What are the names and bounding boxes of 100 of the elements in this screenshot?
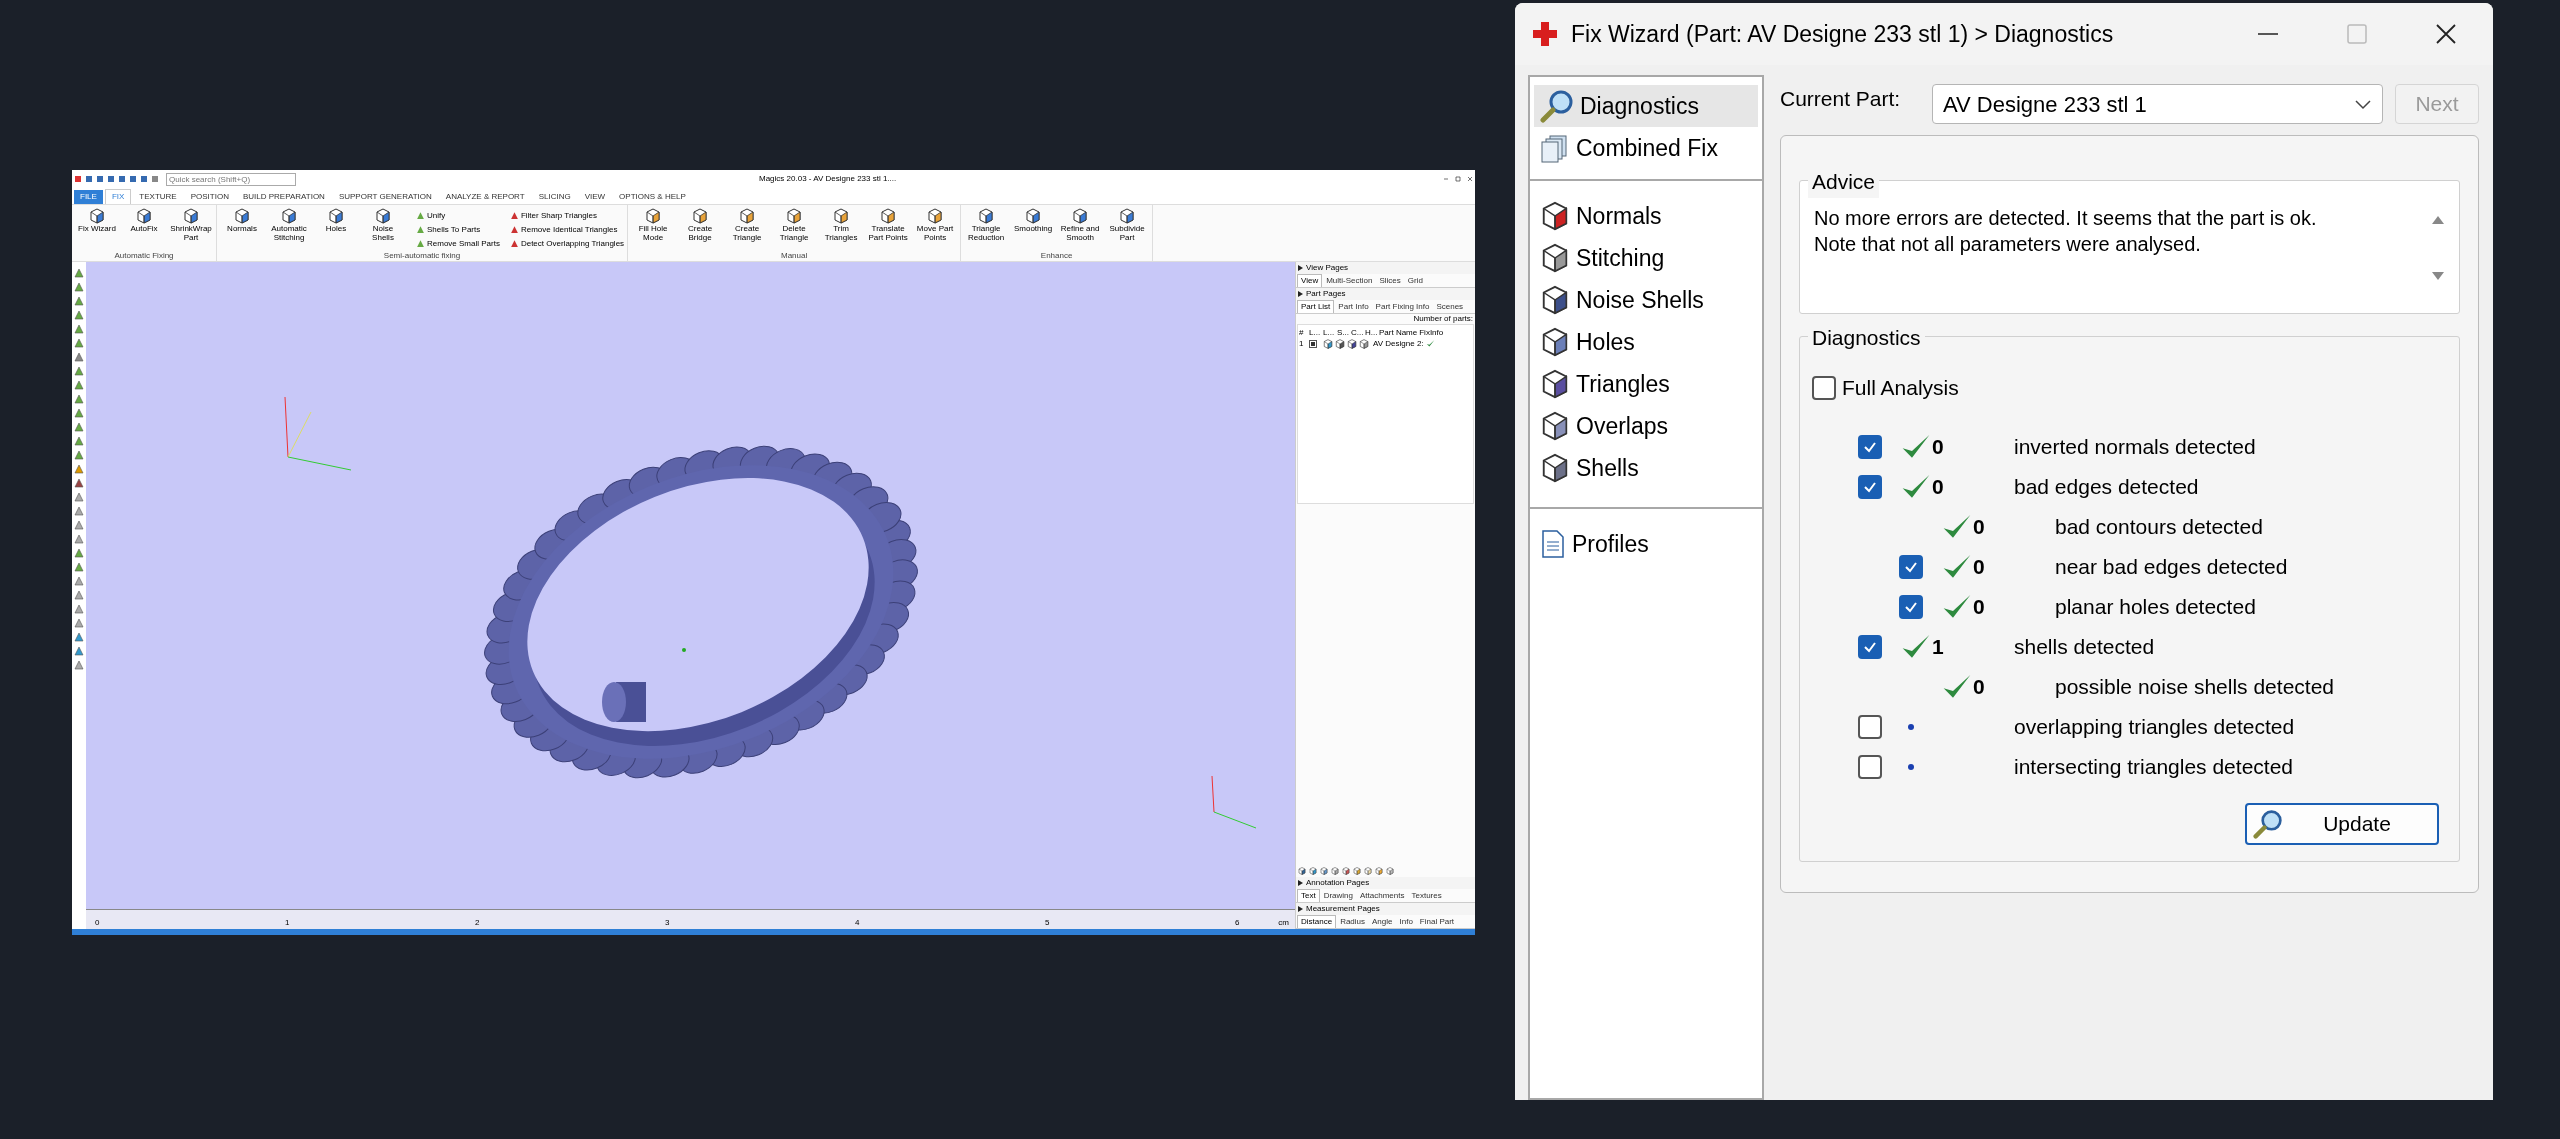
column-header[interactable]: C... <box>1351 327 1363 338</box>
ribbon-button[interactable]: Refine and Smooth <box>1058 208 1103 251</box>
ribbon-button[interactable]: Unify <box>416 208 500 223</box>
panel-tab[interactable]: Drawing <box>1320 890 1356 902</box>
panel-tab[interactable]: Slices <box>1376 275 1404 287</box>
ribbon-button[interactable]: AutoFix <box>122 208 166 251</box>
ribbon-tab[interactable]: POSITION <box>184 190 235 204</box>
ribbon-tab[interactable]: BUILD PREPARATION <box>236 190 331 204</box>
nav-item[interactable]: Triangles <box>1534 363 1758 405</box>
count-value: 0 <box>1973 674 1985 701</box>
cube-icon <box>1540 327 1570 357</box>
checkbox[interactable] <box>1858 755 1882 779</box>
checkbox[interactable] <box>1858 475 1882 499</box>
panel-tab[interactable]: Multi-Section <box>1323 275 1376 287</box>
checkbox[interactable] <box>1858 635 1882 659</box>
panel-tab[interactable]: Part Info <box>1335 301 1372 313</box>
panel-tab[interactable]: Part List <box>1297 300 1335 313</box>
panel-tab[interactable]: Distance <box>1297 915 1337 928</box>
column-header[interactable]: L... <box>1309 327 1321 338</box>
checkbox[interactable] <box>1858 435 1882 459</box>
cube-icon <box>786 208 803 224</box>
ribbon-tab[interactable]: VIEW <box>578 190 612 204</box>
cube-icon <box>1347 338 1357 349</box>
checkbox[interactable] <box>1899 555 1923 579</box>
ribbon-tab[interactable]: ANALYZE & REPORT <box>439 190 531 204</box>
toolbar-icon <box>1342 867 1350 875</box>
cube-icon <box>645 208 662 224</box>
nav-item[interactable]: Stitching <box>1534 237 1758 279</box>
nav-item[interactable]: Profiles <box>1534 523 1758 565</box>
ribbon-tab[interactable]: SLICING <box>532 190 577 204</box>
toolbar-icon <box>1364 867 1372 875</box>
ribbon-button[interactable]: Remove Small Parts <box>416 236 500 251</box>
nav-item[interactable]: Normals <box>1534 195 1758 237</box>
panel-tab[interactable]: Final Part <box>1416 916 1458 928</box>
ribbon-button[interactable]: Noise Shells <box>361 208 405 251</box>
ribbon-button[interactable]: Filter Sharp Triangles <box>509 208 625 223</box>
ribbon-button[interactable]: Fill Hole Mode <box>631 208 676 251</box>
expand-icon[interactable] <box>1298 880 1303 886</box>
expand-icon[interactable] <box>1298 291 1303 297</box>
ribbon-button[interactable]: Triangle Reduction <box>964 208 1009 251</box>
ribbon-button[interactable]: Create Triangle <box>725 208 770 251</box>
panel-tab[interactable]: Scenes <box>1433 301 1467 313</box>
checkbox[interactable] <box>1812 376 1836 400</box>
ribbon-button[interactable]: Shells To Parts <box>416 222 500 237</box>
ribbon-button[interactable]: Smoothing <box>1011 208 1056 251</box>
panel-tab[interactable]: View <box>1297 274 1323 287</box>
panel-tab[interactable]: Textures <box>1408 890 1445 902</box>
search-icon <box>1540 89 1574 123</box>
nav-item[interactable]: Overlaps <box>1534 405 1758 447</box>
window-controls-icon[interactable] <box>1443 176 1473 182</box>
column-header[interactable]: # <box>1299 327 1307 338</box>
nav-item[interactable]: Shells <box>1534 447 1758 489</box>
ribbon-button[interactable]: Move Part Points <box>913 208 958 251</box>
panel-tab[interactable]: Grid <box>1404 275 1426 287</box>
ribbon-button[interactable]: Normals <box>220 208 264 251</box>
ribbon-button[interactable]: Fix Wizard <box>75 208 119 251</box>
ribbon-button[interactable]: Trim Triangles <box>819 208 864 251</box>
cube-icon <box>978 208 995 224</box>
ribbon-tab[interactable]: FILE <box>74 190 103 204</box>
nav-item[interactable]: Diagnostics <box>1534 85 1758 127</box>
panel-tab[interactable]: Text <box>1297 889 1320 902</box>
search-icon <box>2253 809 2283 839</box>
nav-item[interactable]: Noise Shells <box>1534 279 1758 321</box>
column-header[interactable]: H... <box>1365 327 1377 338</box>
column-header[interactable]: S... <box>1337 327 1349 338</box>
nav-item[interactable]: Combined Fix <box>1534 127 1758 169</box>
ribbon-button[interactable]: Create Bridge <box>678 208 723 251</box>
update-button[interactable]: Update <box>2245 803 2439 845</box>
close-icon[interactable] <box>2435 23 2457 45</box>
panel-tab[interactable]: Part Fixing Info <box>1372 301 1433 313</box>
expand-icon[interactable] <box>1298 906 1303 912</box>
panel-tab[interactable]: Angle <box>1369 916 1396 928</box>
checkbox[interactable] <box>1899 595 1923 619</box>
ribbon-tab[interactable]: TEXTURE <box>133 190 183 204</box>
ribbon-button[interactable]: Translate Part Points <box>866 208 911 251</box>
ribbon-tab[interactable]: OPTIONS & HELP <box>613 190 692 204</box>
column-header[interactable]: L... <box>1323 327 1335 338</box>
column-header[interactable]: FixInfo <box>1419 327 1444 338</box>
checkbox[interactable] <box>1858 715 1882 739</box>
panel-tab[interactable]: Radius <box>1337 916 1369 928</box>
ribbon-button[interactable]: Detect Overlapping Triangles <box>509 236 625 251</box>
panel-tab[interactable]: Info <box>1396 916 1416 928</box>
ribbon-button[interactable]: Automatic Stitching <box>267 208 311 251</box>
search-field[interactable]: Quick search (Shift+Q) <box>166 172 296 186</box>
panel-tab[interactable]: Attachments <box>1357 890 1408 902</box>
nav-item[interactable]: Holes <box>1534 321 1758 363</box>
count-value: 0 <box>1973 514 1985 541</box>
part-dropdown[interactable]: AV Designe 233 stl 1 <box>1932 84 2383 124</box>
ribbon-button[interactable]: Subdivide Part <box>1105 208 1150 251</box>
expand-icon[interactable] <box>1298 265 1303 271</box>
ribbon-button[interactable]: ShrinkWrap Part <box>169 208 213 251</box>
ruler-label: 1 <box>285 918 291 928</box>
ribbon-tab[interactable]: SUPPORT GENERATION <box>332 190 438 204</box>
advice-text: No more errors are detected. It seems that the part is ok. Note that not all parameters were analysed. <box>1814 206 2318 257</box>
ribbon-button[interactable]: Delete Triangle <box>772 208 817 251</box>
checkbox[interactable] <box>1309 339 1317 348</box>
column-header[interactable]: Part Name <box>1379 327 1418 338</box>
ribbon-button[interactable]: Holes <box>314 208 358 251</box>
cube-icon <box>1540 285 1570 315</box>
ribbon-button[interactable]: Remove Identical Triangles <box>509 222 625 237</box>
